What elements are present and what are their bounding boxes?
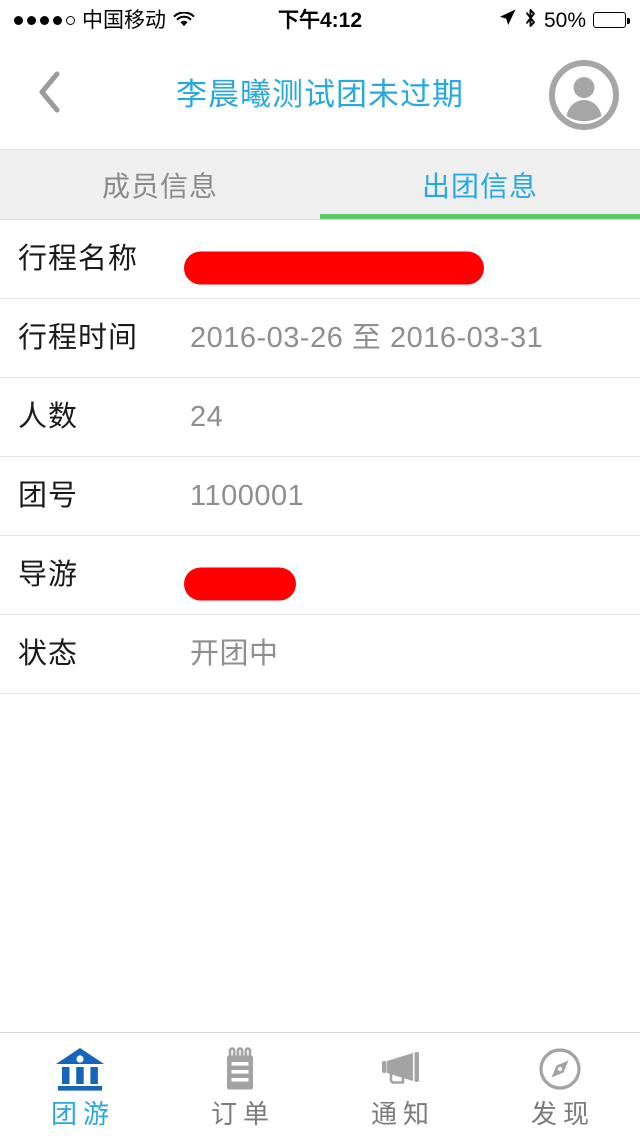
row-label: 导游 [18,558,79,591]
table-row: 状态 开团中 [0,615,640,694]
table-row: 行程名称 [0,220,640,299]
tab-member-info[interactable]: 成员信息 [0,150,320,219]
signal-strength-icon [14,15,75,25]
trip-info-list: 行程名称 行程时间 2016-03-26 至 2016-03-31 人数 24 团号 11… [0,220,640,694]
row-value: 2016-03-26 至 2016-03-31 [190,321,544,354]
bottom-tab-notifications-label: 通知 [370,1098,435,1129]
segment-tab-bar: 成员信息 出团信息 [0,150,640,220]
row-value: 24 [190,400,224,433]
battery-percent-label: 50% [543,8,586,32]
megaphone-icon [373,1043,427,1097]
row-label: 行程时间 [18,321,139,354]
bottom-tab-discover[interactable]: 发现 [480,1033,640,1136]
status-bar: 中国移动 下午4:12 50% [0,0,640,40]
bottom-tab-orders[interactable]: 订单 [160,1033,320,1136]
table-row: 团号 1100001 [0,457,640,536]
row-label: 行程名称 [18,242,139,275]
tab-member-info-label: 成员信息 [101,170,218,202]
row-label: 人数 [18,400,79,433]
tab-group-info-label: 出团信息 [421,170,538,202]
chevron-left-icon [37,70,63,119]
bottom-tab-notifications[interactable]: 通知 [320,1033,480,1136]
page-title: 李晨曦测试团未过期 [176,77,464,112]
user-avatar-icon [549,59,619,130]
bluetooth-icon [524,8,537,33]
content-filler [0,694,640,1032]
bottom-tab-discover-label: 发现 [530,1098,595,1129]
bank-building-icon [53,1043,107,1097]
avatar[interactable] [548,59,620,131]
row-label: 团号 [18,479,79,512]
notepad-icon [213,1043,267,1097]
row-label: 状态 [18,637,79,670]
bottom-tab-group-tour[interactable]: 团游 [0,1033,160,1136]
table-row: 导游 [0,536,640,615]
navigation-bar: 李晨曦测试团未过期 [0,40,640,150]
redaction-mark [184,251,484,284]
wifi-icon [173,11,195,28]
status-bar-left: 中国移动 [14,10,195,31]
table-row: 行程时间 2016-03-26 至 2016-03-31 [0,299,640,378]
status-bar-right: 50% [498,8,630,33]
location-arrow-icon [498,8,517,32]
bottom-tab-orders-label: 订单 [210,1098,275,1129]
app-screen: 中国移动 下午4:12 50% 李晨曦测试团未过期 成员信息 出团信息 行程名称… [0,0,640,1136]
compass-icon [533,1043,587,1097]
bottom-tab-group-tour-label: 团游 [50,1098,115,1129]
table-row: 人数 24 [0,378,640,457]
back-button[interactable] [20,60,80,130]
row-value: 开团中 [190,637,279,670]
row-value: 1100001 [190,479,305,512]
bottom-tab-bar: 团游 订单 通知 发现 [0,1032,640,1136]
redaction-mark [184,567,296,600]
tab-group-info[interactable]: 出团信息 [320,150,640,219]
battery-icon [593,12,630,28]
carrier-label: 中国移动 [82,8,166,32]
